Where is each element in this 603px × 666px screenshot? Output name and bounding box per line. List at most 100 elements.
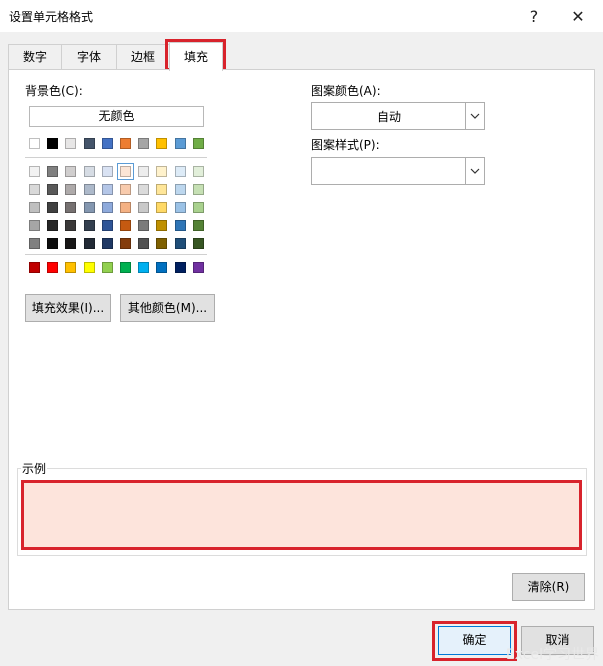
standard-color-swatch[interactable]: [138, 262, 150, 273]
standard-color-swatch[interactable]: [156, 262, 168, 273]
help-button[interactable]: ?: [512, 2, 556, 30]
theme-shade-swatch[interactable]: [65, 166, 77, 177]
theme-shade-swatch[interactable]: [65, 184, 77, 195]
theme-shade-swatch[interactable]: [47, 184, 59, 195]
theme-shade-swatch[interactable]: [101, 220, 113, 231]
chevron-down-icon: [465, 103, 484, 129]
theme-shade-swatch[interactable]: [47, 238, 59, 249]
theme-color-swatch[interactable]: [192, 138, 204, 149]
theme-shade-swatch[interactable]: [29, 220, 40, 231]
theme-shade-swatch[interactable]: [156, 184, 168, 195]
theme-shade-swatch[interactable]: [83, 238, 95, 249]
pattern-style-label: 图案样式(P):: [311, 138, 380, 152]
theme-shade-swatch[interactable]: [138, 238, 150, 249]
sample-preview: [24, 483, 579, 548]
theme-shade-swatch[interactable]: [138, 202, 150, 213]
theme-color-swatch[interactable]: [47, 138, 59, 149]
theme-shade-swatch[interactable]: [120, 184, 131, 195]
theme-shade-swatch[interactable]: [65, 220, 77, 231]
pattern-color-select[interactable]: 自动: [311, 102, 485, 130]
pattern-style-select[interactable]: [311, 157, 485, 185]
palette-divider: [25, 157, 207, 158]
standard-color-swatch[interactable]: [29, 262, 40, 273]
fill-panel: 背景色(C): 无颜色 填充效果(I)... 其他颜色(M)... 图案颜色(A…: [8, 69, 595, 610]
sample-label: 示例: [21, 460, 48, 477]
theme-shade-swatch[interactable]: [120, 220, 131, 231]
theme-shade-swatch[interactable]: [47, 166, 59, 177]
theme-shade-swatch[interactable]: [156, 166, 168, 177]
theme-shade-swatch[interactable]: [101, 238, 113, 249]
chevron-down-icon: [465, 158, 484, 184]
theme-color-swatch[interactable]: [120, 138, 131, 149]
theme-shade-swatch[interactable]: [192, 202, 204, 213]
theme-shade-swatch[interactable]: [29, 238, 40, 249]
theme-shade-swatch[interactable]: [65, 238, 77, 249]
theme-shade-swatch[interactable]: [174, 166, 186, 177]
tab-font[interactable]: 字体: [61, 44, 117, 70]
ok-button[interactable]: 确定: [438, 626, 511, 655]
standard-color-swatch[interactable]: [101, 262, 113, 273]
theme-shade-swatch[interactable]: [174, 184, 186, 195]
theme-shade-swatch[interactable]: [174, 238, 186, 249]
help-icon: ?: [529, 6, 539, 26]
theme-shade-swatch[interactable]: [138, 184, 150, 195]
theme-shade-swatch[interactable]: [174, 220, 186, 231]
tab-fill[interactable]: 填充: [169, 42, 223, 71]
standard-color-swatch[interactable]: [65, 262, 77, 273]
theme-shade-swatch[interactable]: [192, 220, 204, 231]
theme-shade-swatch[interactable]: [192, 238, 204, 249]
theme-shade-swatch[interactable]: [29, 202, 40, 213]
pattern-color-value: 自动: [376, 109, 401, 124]
close-icon: ✕: [571, 6, 585, 26]
theme-color-swatch[interactable]: [83, 138, 95, 149]
theme-shade-swatch[interactable]: [120, 202, 131, 213]
pattern-style-value: [312, 158, 466, 184]
palette-divider: [25, 254, 207, 255]
clear-button[interactable]: 清除(R): [512, 573, 585, 601]
theme-shade-swatch[interactable]: [156, 238, 168, 249]
theme-shade-swatch[interactable]: [174, 202, 186, 213]
tab-border[interactable]: 边框: [116, 44, 170, 70]
theme-color-swatch[interactable]: [65, 138, 77, 149]
theme-shade-swatch[interactable]: [101, 184, 113, 195]
theme-shade-swatch[interactable]: [156, 202, 168, 213]
theme-shade-swatch[interactable]: [138, 220, 150, 231]
theme-shade-swatch[interactable]: [47, 202, 59, 213]
theme-shade-swatch[interactable]: [47, 220, 59, 231]
theme-color-swatch[interactable]: [138, 138, 150, 149]
title-bar: 设置单元格格式 ? ✕: [0, 0, 603, 32]
theme-shade-swatch[interactable]: [29, 166, 40, 177]
no-color-button[interactable]: 无颜色: [29, 106, 204, 127]
tab-number[interactable]: 数字: [8, 44, 62, 70]
more-colors-button[interactable]: 其他颜色(M)...: [120, 294, 215, 322]
theme-shade-swatch[interactable]: [83, 220, 95, 231]
theme-shade-swatch[interactable]: [29, 184, 40, 195]
standard-color-swatch[interactable]: [83, 262, 95, 273]
standard-color-swatch[interactable]: [174, 262, 186, 273]
fill-effects-button[interactable]: 填充效果(I)...: [25, 294, 111, 322]
theme-shade-swatch[interactable]: [101, 202, 113, 213]
dialog-title: 设置单元格格式: [9, 10, 94, 24]
theme-color-swatch[interactable]: [101, 138, 113, 149]
theme-shade-swatch[interactable]: [117, 163, 134, 180]
standard-color-swatch[interactable]: [192, 262, 204, 273]
theme-color-swatch[interactable]: [29, 138, 40, 149]
theme-shade-swatch[interactable]: [156, 220, 168, 231]
background-color-label: 背景色(C):: [25, 84, 83, 98]
theme-shade-swatch[interactable]: [120, 238, 131, 249]
theme-shade-swatch[interactable]: [83, 166, 95, 177]
theme-color-swatch[interactable]: [156, 138, 168, 149]
theme-shade-swatch[interactable]: [83, 184, 95, 195]
theme-shade-swatch[interactable]: [65, 202, 77, 213]
standard-color-swatch[interactable]: [47, 262, 59, 273]
theme-shade-swatch[interactable]: [192, 184, 204, 195]
standard-color-swatch[interactable]: [120, 262, 131, 273]
theme-shade-swatch[interactable]: [101, 166, 113, 177]
theme-shade-swatch[interactable]: [83, 202, 95, 213]
watermark: Excel学习世界: [505, 647, 599, 663]
close-button[interactable]: ✕: [556, 2, 600, 30]
theme-shade-swatch[interactable]: [138, 166, 150, 177]
theme-color-swatch[interactable]: [174, 138, 186, 149]
theme-shade-swatch[interactable]: [192, 166, 204, 177]
pattern-color-label: 图案颜色(A):: [311, 84, 381, 98]
